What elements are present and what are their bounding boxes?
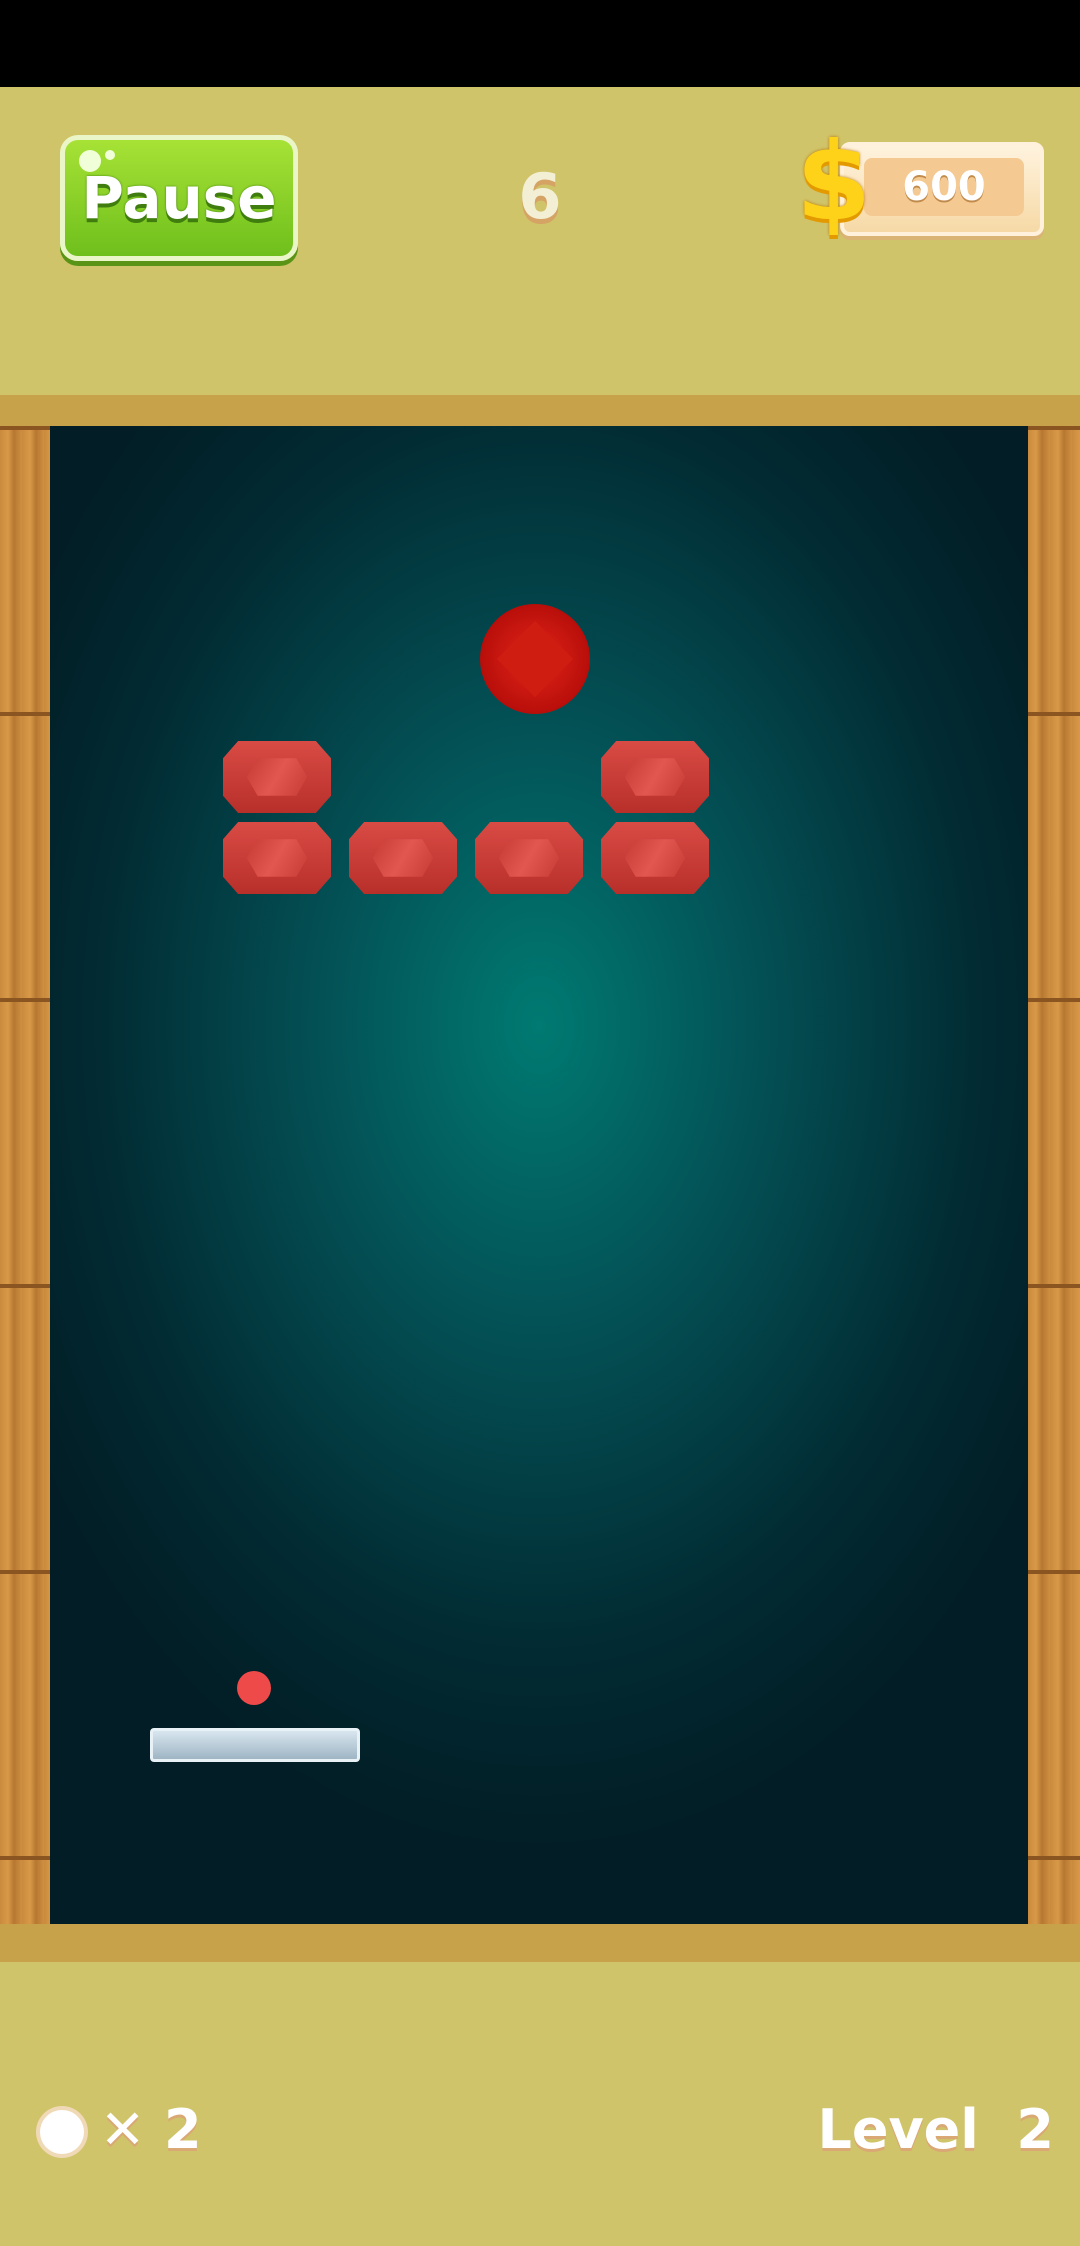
left-wood-wall [0,426,50,1924]
paddle[interactable] [150,1728,360,1762]
button-shine [79,150,101,172]
top-border [0,395,1080,427]
brick [601,741,709,813]
button-shine [105,150,115,160]
ball [237,1671,271,1705]
lives-count: ✕ 2 [100,2098,202,2161]
coin-balance-value: 600 [864,158,1024,216]
dollar-icon: $ [796,120,872,245]
red-gem-powerup [480,604,590,714]
brick [475,822,583,894]
brick [601,822,709,894]
ball-lives-icon [40,2110,84,2154]
pause-button-label: Pause [81,164,277,232]
status-bar [0,0,1080,87]
level-indicator: Level 2 [817,2098,1054,2161]
right-wood-wall [1028,426,1080,1924]
brick [349,822,457,894]
pause-button[interactable]: Pause [60,135,298,261]
bottom-border [0,1924,1080,1962]
brick [223,822,331,894]
score-counter: 6 [518,160,562,233]
brick [223,741,331,813]
